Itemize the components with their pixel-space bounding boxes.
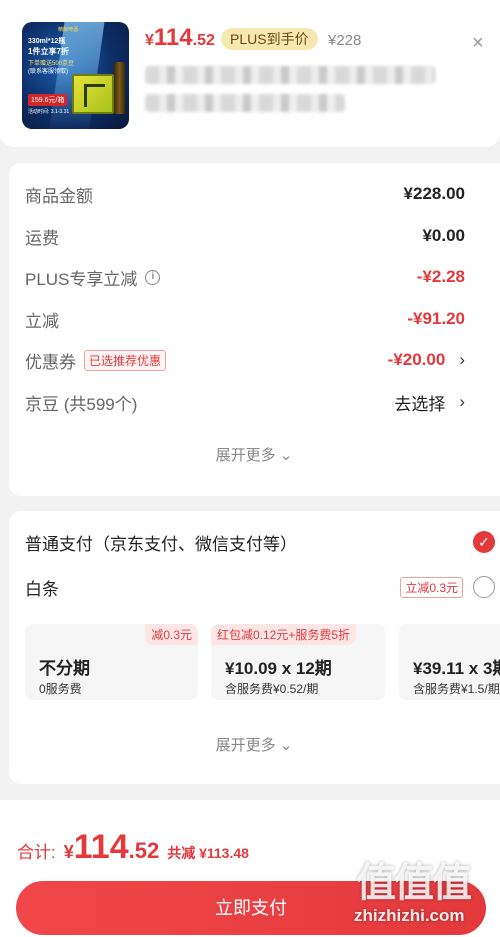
expand-more-detail[interactable]: 展开更多 ⌄ [154, 444, 354, 465]
expand-more-payment[interactable]: 展开更多 ⌄ [154, 734, 354, 755]
coupon-label: 优惠券 [25, 352, 76, 372]
payment-option-baitiao[interactable]: 白条 立减0.3元 [25, 572, 495, 602]
coupon-value-wrap: -¥20.00 › [388, 350, 465, 370]
plan-no-installment[interactable]: 减0.3元 不分期 0服务费 [25, 624, 198, 700]
instant-discount-value: -¥91.20 [407, 309, 465, 328]
plan-sub: 0服务费 [39, 682, 82, 696]
jingdou-label: 京豆 (共599个) [25, 394, 138, 414]
image-pack-text: 330ml*12瓶 [28, 38, 66, 45]
image-price-text: 159.6元/箱 [28, 94, 68, 106]
product-price: ¥114.52 [145, 24, 215, 52]
info-icon[interactable]: i [145, 269, 161, 285]
plan-main: 不分期 [39, 659, 90, 678]
total-yen: ¥ [63, 842, 74, 862]
instant-discount-label: 立减 [25, 311, 59, 331]
radio-unchecked-icon[interactable] [473, 576, 495, 598]
price-yen: ¥ [145, 32, 154, 49]
plus-discount-label: PLUS专享立减 [25, 269, 138, 289]
jingdou-select-text: 去选择 [394, 394, 446, 414]
coupon-recommended-tag: 已选推荐优惠 [84, 349, 167, 371]
baitiao-discount-tag: 立减0.3元 [400, 576, 463, 598]
row-goods-amount: 商品金额 ¥228.00 [25, 179, 465, 209]
payment-option-normal[interactable]: 普通支付（京东支付、微信支付等） ✓ [25, 527, 495, 557]
total-label: 合计: [17, 843, 56, 862]
price-int: 114 [153, 24, 193, 51]
blurred-product-spec [145, 94, 345, 112]
image-date-text: 活动时间: 3.1-3.31 [28, 109, 70, 115]
total-int: 114 [73, 828, 129, 866]
goods-amount-label: 商品金额 [25, 186, 93, 206]
plan-tag: 红包减0.12元+服务费5折 [211, 624, 357, 645]
plan-main: ¥10.09 x 12期 [225, 659, 332, 678]
product-image[interactable]: 精酿啤酒 330ml*12瓶 1件立享7折 下单赠送500京豆 (联系客服领取)… [22, 22, 129, 129]
original-price: ¥228 [328, 32, 362, 49]
installment-plans: 减0.3元 不分期 0服务费 红包减0.12元+服务费5折 ¥10.09 x 1… [25, 624, 500, 700]
plan-main: ¥39.11 x 3期 [413, 659, 500, 678]
watermark-logo: 值值值 zhizhizhi.com [350, 850, 500, 937]
price-dec: .52 [192, 32, 215, 49]
total-amount: 合计: ¥ 114 .52 共减 ¥113.48 [17, 828, 249, 867]
chevron-right-icon: › [459, 350, 465, 369]
row-jingdou[interactable]: 京豆 (共599个) 去选择 › [25, 387, 465, 417]
baitiao-right: 立减0.3元 [400, 576, 495, 598]
watermark-small: zhizhizhi.com [354, 906, 465, 925]
goods-amount-value: ¥228.00 [403, 184, 465, 203]
normal-payment-label: 普通支付（京东支付、微信支付等） [25, 534, 297, 554]
plan-3-installments[interactable]: ¥39.11 x 3期 含服务费¥1.5/期 [399, 624, 500, 700]
image-brand-text: 精酿啤酒 [58, 27, 79, 33]
image-discount-text: 1件立享7折 [28, 47, 69, 56]
coupon-label-wrap: 优惠券 已选推荐优惠 [25, 348, 167, 373]
total-saved: 共减 ¥113.48 [167, 845, 249, 861]
plan-sub: 含服务费¥1.5/期 [413, 682, 500, 696]
plan-sub: 含服务费¥0.52/期 [225, 682, 319, 696]
price-detail-card: 商品金额 ¥228.00 运费 ¥0.00 PLUS专享立减 i -¥2.28 … [9, 163, 500, 496]
row-plus-discount: PLUS专享立减 i -¥2.28 [25, 262, 465, 292]
payment-method-card: 普通支付（京东支付、微信支付等） ✓ 白条 立减0.3元 减0.3元 不分期 0… [9, 511, 500, 784]
row-instant-discount: 立减 -¥91.20 [25, 304, 465, 334]
product-summary: 精酿啤酒 330ml*12瓶 1件立享7折 下单赠送500京豆 (联系客服领取)… [0, 0, 500, 147]
image-beer-box [72, 74, 114, 114]
row-shipping: 运费 ¥0.00 [25, 221, 465, 251]
shipping-value: ¥0.00 [422, 226, 465, 245]
jingdou-value-wrap: 去选择 › [394, 390, 465, 415]
checked-icon[interactable]: ✓ [473, 531, 495, 553]
total-dec: .52 [128, 838, 160, 863]
plus-discount-label-wrap: PLUS专享立减 i [25, 265, 161, 290]
plus-price-badge: PLUS到手价 [221, 28, 318, 50]
watermark-big: 值值值 [356, 861, 472, 905]
shipping-label: 运费 [25, 228, 59, 248]
baitiao-label: 白条 [25, 579, 59, 599]
plan-12-installments[interactable]: 红包减0.12元+服务费5折 ¥10.09 x 12期 含服务费¥0.52/期 [211, 624, 385, 700]
image-beer-bottle [114, 62, 125, 114]
plan-tag: 减0.3元 [145, 624, 198, 645]
row-coupon[interactable]: 优惠券 已选推荐优惠 -¥20.00 › [25, 345, 465, 375]
image-note-text: (联系客服领取) [28, 69, 68, 75]
blurred-product-title [145, 66, 435, 84]
coupon-value: -¥20.00 [387, 350, 446, 369]
plus-discount-value: -¥2.28 [416, 267, 465, 286]
close-icon[interactable]: × [472, 33, 484, 53]
chevron-right-icon: › [459, 392, 465, 411]
